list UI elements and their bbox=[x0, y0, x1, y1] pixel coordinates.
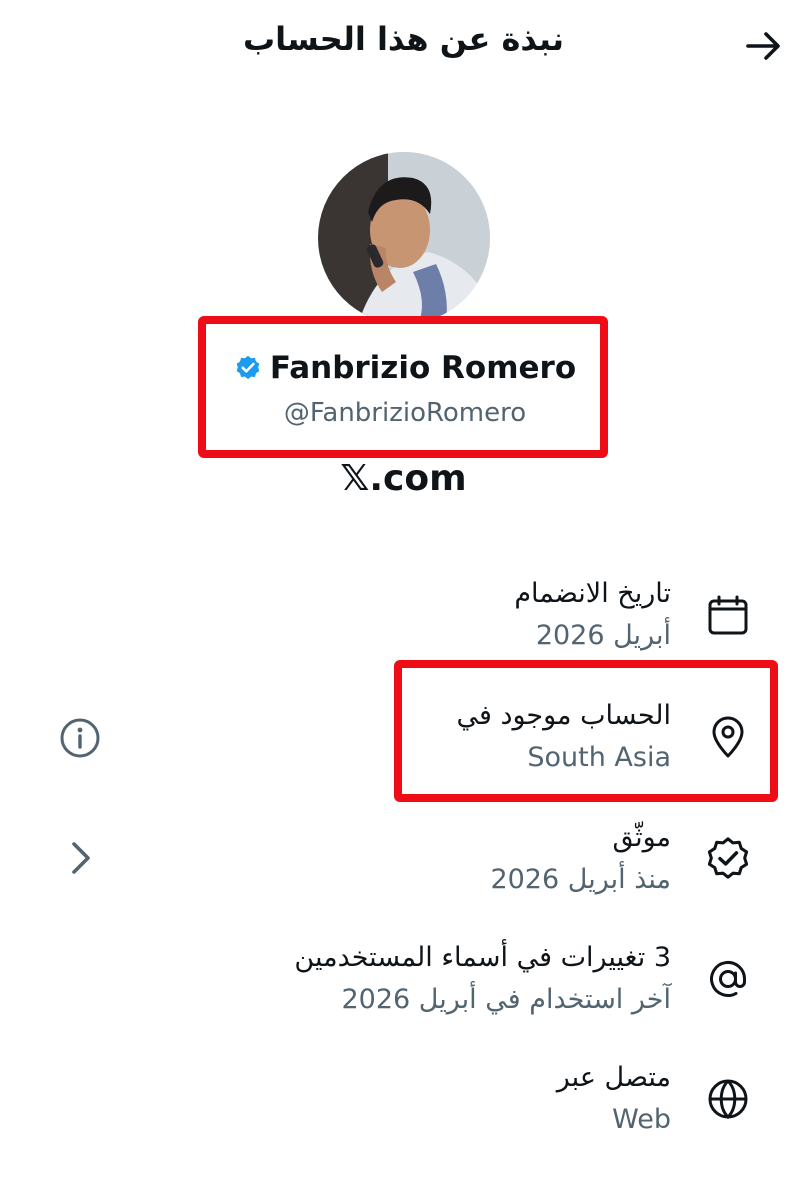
row-subtitle: آخر استخدام في أبريل 2026 bbox=[341, 984, 671, 1015]
calendar-icon bbox=[708, 595, 748, 635]
row-title: 3 تغييرات في أسماء المستخدمين bbox=[294, 942, 671, 973]
chevron-right-icon bbox=[72, 842, 90, 874]
row-subtitle: Web bbox=[612, 1104, 671, 1135]
row-account-location: الحساب موجود في South Asia bbox=[0, 700, 807, 790]
info-button[interactable] bbox=[56, 714, 104, 762]
site-label: 𝕏.com bbox=[340, 458, 467, 499]
profile-name-row: Fanbrizio Romero bbox=[210, 350, 600, 386]
row-subtitle: أبريل 2026 bbox=[535, 620, 671, 651]
page-title: نبذة عن هذا الحساب bbox=[243, 20, 564, 58]
row-subtitle: South Asia bbox=[527, 742, 671, 773]
verified-badge-outline-icon bbox=[707, 837, 749, 879]
back-arrow-button[interactable] bbox=[742, 24, 786, 68]
row-username-changes: 3 تغييرات في أسماء المستخدمين آخر استخدا… bbox=[0, 942, 807, 1032]
location-pin-icon bbox=[712, 716, 744, 758]
row-title: متصل عبر bbox=[556, 1062, 671, 1093]
profile-name: Fanbrizio Romero bbox=[269, 350, 577, 386]
row-title: موثّق bbox=[612, 822, 671, 853]
row-title: الحساب موجود في bbox=[456, 700, 671, 731]
highlight-box-profile bbox=[198, 316, 608, 458]
globe-icon bbox=[708, 1079, 748, 1120]
row-join-date: تاريخ الانضمام أبريل 2026 bbox=[0, 578, 807, 668]
row-title: تاريخ الانضمام bbox=[514, 578, 671, 609]
row-verified[interactable]: موثّق منذ أبريل 2026 bbox=[0, 822, 807, 912]
row-connected-via: متصل عبر Web bbox=[0, 1062, 807, 1152]
profile-handle[interactable]: @FanbrizioRomero bbox=[210, 398, 600, 428]
arrow-right-icon bbox=[746, 32, 780, 60]
verified-details-chevron-button[interactable] bbox=[62, 836, 102, 880]
verified-badge-icon bbox=[236, 355, 260, 380]
info-icon bbox=[60, 718, 100, 758]
at-sign-icon bbox=[710, 960, 746, 997]
row-subtitle: منذ أبريل 2026 bbox=[490, 864, 671, 895]
avatar bbox=[318, 152, 490, 324]
